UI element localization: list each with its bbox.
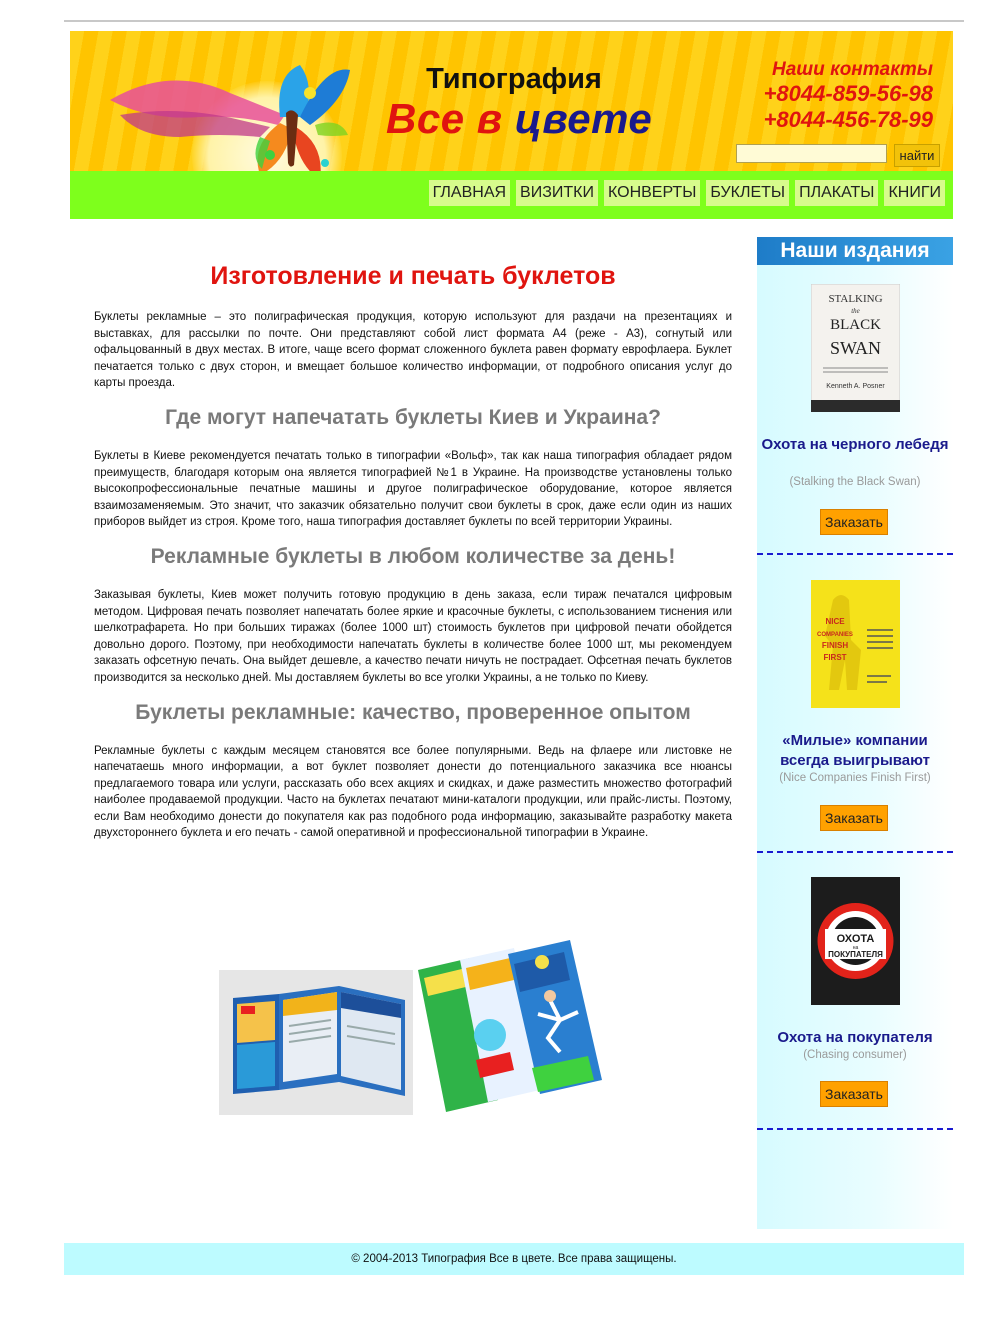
- order-button[interactable]: Заказать: [820, 805, 888, 831]
- paragraph-quality: Рекламные буклеты с каждым месяцем стано…: [94, 744, 732, 840]
- svg-text:ОХОТА: ОХОТА: [837, 933, 875, 945]
- order-button[interactable]: Заказать: [820, 1081, 888, 1107]
- book-title[interactable]: «Милые» компании всегда выигрывают: [757, 731, 953, 771]
- site-title-line2: Все в цвете: [386, 95, 652, 143]
- svg-text:NICE: NICE: [825, 617, 845, 626]
- paragraph-any-quantity: Заказывая буклеты, Киев может получить г…: [94, 588, 732, 684]
- nav-item-envelopes[interactable]: КОНВЕРТЫ: [603, 180, 701, 206]
- title-word-1: Все: [386, 95, 465, 142]
- sidebar-separator: [757, 553, 953, 555]
- sidebar-title: Наши издания: [757, 237, 953, 265]
- site-title-line1: Типография: [426, 63, 602, 95]
- nav-item-books[interactable]: КНИГИ: [884, 180, 945, 206]
- sidebar-publications: Наши издания STALKING the BLACK SWAN Ken…: [757, 237, 953, 1229]
- svg-text:ПОКУПАТЕЛЯ: ПОКУПАТЕЛЯ: [828, 950, 883, 959]
- booklet-image-2: [418, 940, 602, 1112]
- phone-2[interactable]: +8044-456-78-99: [764, 107, 933, 133]
- contacts-label: Наши контакты: [772, 59, 933, 80]
- paragraph-intro: Буклеты рекламные – это полиграфическая …: [94, 311, 732, 390]
- paragraph-where-to-print: Буклеты в Киеве рекомендуется печатать т…: [94, 449, 732, 529]
- sidebar-separator: [757, 851, 953, 853]
- book-cover-black-swan[interactable]: STALKING the BLACK SWAN Kenneth A. Posne…: [811, 284, 900, 412]
- book-subtitle: (Chasing consumer): [803, 1049, 907, 1061]
- search-form: найти: [736, 144, 940, 167]
- top-divider: [64, 20, 964, 22]
- book-cover-nice-companies[interactable]: NICE COMPANIES FINISH FIRST: [811, 580, 900, 708]
- page-title: Изготовление и печать буклетов: [210, 262, 616, 290]
- book-title[interactable]: Охота на покупателя: [757, 1028, 953, 1048]
- nav-bar: ГЛАВНАЯ ВИЗИТКИ КОНВЕРТЫ БУКЛЕТЫ ПЛАКАТЫ…: [70, 171, 953, 219]
- nav-item-home[interactable]: ГЛАВНАЯ: [428, 180, 511, 206]
- search-input[interactable]: [736, 144, 887, 163]
- nav-item-posters[interactable]: ПЛАКАТЫ: [795, 180, 879, 206]
- main-content: Изготовление и печать буклетов Буклеты р…: [94, 250, 732, 842]
- sidebar-separator: [757, 1128, 953, 1130]
- svg-text:FINISH: FINISH: [822, 641, 848, 650]
- site-header: Типография Все в цвете Наши контакты +80…: [70, 31, 953, 171]
- heading-quality: Буклеты рекламные: качество, проверенное…: [135, 700, 691, 724]
- booklet-image-1: [219, 970, 413, 1115]
- svg-text:Kenneth A. Posner: Kenneth A. Posner: [826, 383, 885, 390]
- search-button[interactable]: найти: [894, 144, 940, 167]
- book-title[interactable]: Охота на черного лебедя: [757, 435, 953, 455]
- main-nav: ГЛАВНАЯ ВИЗИТКИ КОНВЕРТЫ БУКЛЕТЫ ПЛАКАТЫ…: [428, 180, 945, 206]
- book-subtitle: (Nice Companies Finish First): [779, 772, 931, 784]
- heading-any-quantity: Рекламные буклеты в любом количестве за …: [150, 544, 676, 568]
- heading-where-to-print: Где могут напечатать буклеты Киев и Укра…: [165, 405, 661, 429]
- svg-text:the: the: [851, 307, 860, 315]
- copyright-text: © 2004-2013 Типография Все в цвете. Все …: [351, 1253, 677, 1265]
- svg-text:STALKING: STALKING: [828, 293, 882, 305]
- svg-text:SWAN: SWAN: [830, 338, 881, 358]
- nav-item-business-cards[interactable]: ВИЗИТКИ: [516, 180, 598, 206]
- butterfly-logo-icon: [110, 65, 350, 171]
- book-cover-chasing-consumer[interactable]: ОХОТА на ПОКУПАТЕЛЯ: [811, 877, 900, 1005]
- order-button[interactable]: Заказать: [820, 509, 888, 535]
- svg-text:COMPANIES: COMPANIES: [817, 632, 853, 638]
- title-word-2: в: [476, 95, 503, 142]
- svg-text:BLACK: BLACK: [830, 317, 881, 333]
- site-footer: © 2004-2013 Типография Все в цвете. Все …: [64, 1243, 964, 1275]
- phone-1[interactable]: +8044-859-56-98: [764, 81, 933, 107]
- nav-item-booklets[interactable]: БУКЛЕТЫ: [706, 180, 790, 206]
- contacts-block: Наши контакты +8044-859-56-98 +8044-456-…: [764, 59, 933, 133]
- title-word-3: цвете: [514, 95, 653, 142]
- book-subtitle: (Stalking the Black Swan): [789, 476, 921, 488]
- svg-text:FIRST: FIRST: [823, 653, 846, 662]
